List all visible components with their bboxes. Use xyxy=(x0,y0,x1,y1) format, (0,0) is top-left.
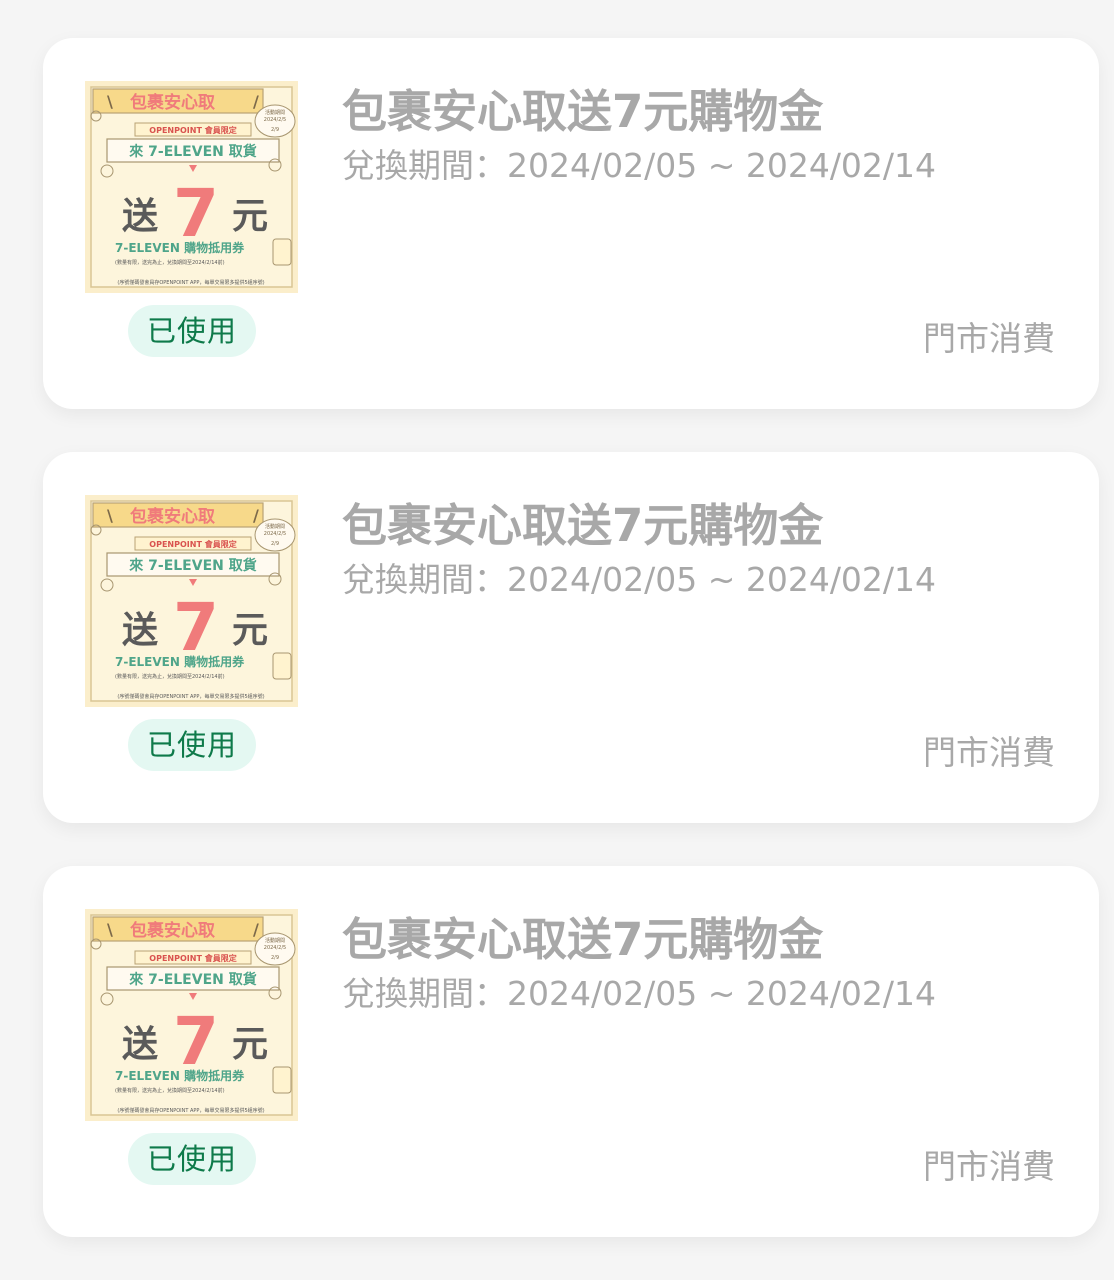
banner-unit: 元 xyxy=(232,1024,268,1065)
coupon-category: 門市消費 xyxy=(923,1147,1055,1186)
coupon-image: \ / 包裹安心取 活動期間 2024/2/5 2/9 OPENPOINT 會員… xyxy=(85,909,298,1121)
coupon-title: 包裹安心取送7元購物金 xyxy=(342,499,824,552)
banner-voucher: 7-ELEVEN 購物抵用券 xyxy=(115,1068,245,1083)
banner-note: (數量有限，送完為止，兌換期間至2024/2/14前) xyxy=(115,1087,225,1094)
coupon-list: \ / 包裹安心取 活動期間 2024/2/5 2/9 OPENPOINT 會員… xyxy=(0,0,1114,1280)
coupon-image: \ / 包裹安心取 活動期間 2024/2/5 2/9 OPENPOINT 會員… xyxy=(85,81,298,293)
banner-note: (數量有限，送完為止，兌換期間至2024/2/14前) xyxy=(115,259,225,266)
banner-give: 送 xyxy=(122,1024,158,1065)
coupon-banner-art: \ / 包裹安心取 活動期間 2024/2/5 2/9 OPENPOINT 會員… xyxy=(85,81,298,293)
banner-pickup: 來 7-ELEVEN 取貨 xyxy=(129,971,256,988)
banner-note: (數量有限，送完為止，兌換期間至2024/2/14前) xyxy=(115,673,225,680)
banner-pickup: 來 7-ELEVEN 取貨 xyxy=(129,143,256,160)
svg-text:/: / xyxy=(253,506,259,525)
coupon-image: \ / 包裹安心取 活動期間 2024/2/5 2/9 OPENPOINT 會員… xyxy=(85,495,298,707)
banner-activity-end: 2/9 xyxy=(271,541,279,547)
banner-activity-end: 2/9 xyxy=(271,955,279,961)
banner-footer: (序號僅碼發會員存OPENPOINT APP，每單交易限多提供5組序號) xyxy=(117,1107,264,1114)
coupon-period: 兌換期間：2024/02/05 ~ 2024/02/14 xyxy=(342,146,937,185)
coupon-banner-art: \ / 包裹安心取 活動期間 2024/2/5 2/9 OPENPOINT 會員… xyxy=(85,495,298,707)
banner-footer: (序號僅碼發會員存OPENPOINT APP，每單交易限多提供5組序號) xyxy=(117,693,264,700)
banner-activity-start: 2024/2/5 xyxy=(264,945,286,951)
banner-headline: 包裹安心取 xyxy=(130,920,215,941)
svg-text:/: / xyxy=(253,92,259,111)
banner-headline: 包裹安心取 xyxy=(130,506,215,527)
coupon-category: 門市消費 xyxy=(923,733,1055,772)
banner-activity-start: 2024/2/5 xyxy=(264,531,286,537)
coupon-card[interactable]: \ / 包裹安心取 活動期間 2024/2/5 2/9 OPENPOINT 會員… xyxy=(43,452,1099,823)
coupon-category: 門市消費 xyxy=(923,319,1055,358)
coupon-card[interactable]: \ / 包裹安心取 活動期間 2024/2/5 2/9 OPENPOINT 會員… xyxy=(43,38,1099,409)
coupon-banner-art: \ / 包裹安心取 活動期間 2024/2/5 2/9 OPENPOINT 會員… xyxy=(85,909,298,1121)
svg-text:\: \ xyxy=(107,920,113,939)
banner-activity-label: 活動期間 xyxy=(265,937,285,944)
banner-give: 送 xyxy=(122,196,158,237)
coupon-title: 包裹安心取送7元購物金 xyxy=(342,85,824,138)
banner-activity-label: 活動期間 xyxy=(265,523,285,530)
banner-member: OPENPOINT 會員限定 xyxy=(149,953,236,963)
banner-activity-end: 2/9 xyxy=(271,127,279,133)
svg-text:\: \ xyxy=(107,92,113,111)
coupon-period: 兌換期間：2024/02/05 ~ 2024/02/14 xyxy=(342,560,937,599)
banner-member: OPENPOINT 會員限定 xyxy=(149,125,236,135)
banner-unit: 元 xyxy=(232,196,268,237)
status-badge: 已使用 xyxy=(128,719,256,771)
coupon-title: 包裹安心取送7元購物金 xyxy=(342,913,824,966)
coupon-period: 兌換期間：2024/02/05 ~ 2024/02/14 xyxy=(342,974,937,1013)
banner-member: OPENPOINT 會員限定 xyxy=(149,539,236,549)
svg-text:/: / xyxy=(253,920,259,939)
banner-footer: (序號僅碼發會員存OPENPOINT APP，每單交易限多提供5組序號) xyxy=(117,279,264,286)
banner-activity-start: 2024/2/5 xyxy=(264,117,286,123)
banner-pickup: 來 7-ELEVEN 取貨 xyxy=(129,557,256,574)
status-badge: 已使用 xyxy=(128,305,256,357)
banner-unit: 元 xyxy=(232,610,268,651)
coupon-card[interactable]: \ / 包裹安心取 活動期間 2024/2/5 2/9 OPENPOINT 會員… xyxy=(43,866,1099,1237)
banner-voucher: 7-ELEVEN 購物抵用券 xyxy=(115,240,245,255)
status-badge: 已使用 xyxy=(128,1133,256,1185)
banner-headline: 包裹安心取 xyxy=(130,92,215,113)
banner-activity-label: 活動期間 xyxy=(265,109,285,116)
banner-voucher: 7-ELEVEN 購物抵用券 xyxy=(115,654,245,669)
banner-give: 送 xyxy=(122,610,158,651)
svg-text:\: \ xyxy=(107,506,113,525)
